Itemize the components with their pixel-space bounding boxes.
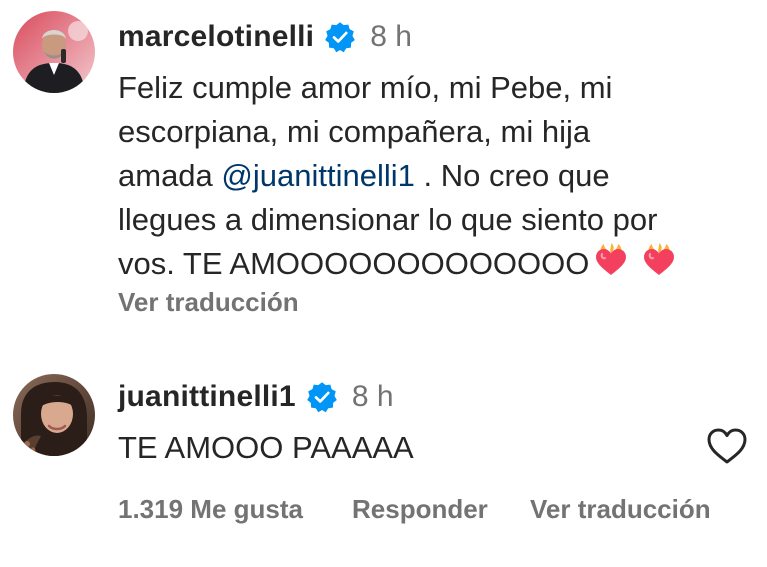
comment-text: Feliz cumple amor mío, mi Pebe, mi escor… bbox=[118, 66, 677, 286]
comment-line-3: amada @juanittinelli1 . No creo que bbox=[118, 154, 677, 198]
avatar-image bbox=[13, 11, 95, 93]
comment-word: . No creo que bbox=[423, 158, 610, 193]
avatar[interactable] bbox=[13, 11, 95, 93]
verified-badge-icon bbox=[306, 381, 338, 413]
comment-juanittinelli1: juanittinelli1 8 h TE AMOOO PAAAAA 1.319… bbox=[0, 340, 767, 567]
timestamp[interactable]: 8 h bbox=[370, 20, 412, 54]
username[interactable]: juanittinelli1 bbox=[118, 380, 296, 414]
heart-outline-icon bbox=[707, 428, 747, 464]
mention-link[interactable]: @juanittinelli1 bbox=[221, 158, 414, 193]
likes-count[interactable]: 1.319 Me gusta bbox=[118, 494, 303, 525]
comment-text: TE AMOOO PAAAAA bbox=[118, 430, 414, 465]
timestamp[interactable]: 8 h bbox=[352, 380, 394, 414]
comment-line-4: llegues a dimensionar lo que siento por bbox=[118, 202, 658, 237]
verified-badge-icon bbox=[324, 21, 356, 53]
comment-header: juanittinelli1 8 h bbox=[118, 380, 394, 414]
heart-on-fire-emoji bbox=[593, 242, 629, 278]
comment-word: amada bbox=[118, 158, 213, 193]
see-translation-link[interactable]: Ver traducción bbox=[530, 494, 711, 525]
avatar[interactable] bbox=[13, 374, 95, 456]
see-translation-link[interactable]: Ver traducción bbox=[118, 287, 299, 318]
heart-on-fire-emoji bbox=[641, 242, 677, 278]
avatar-image bbox=[13, 374, 95, 456]
comment-header: marcelotinelli 8 h bbox=[118, 20, 412, 54]
comment-marcelotinelli: marcelotinelli 8 h Feliz cumple amor mío… bbox=[0, 0, 767, 340]
reply-button[interactable]: Responder bbox=[352, 494, 488, 525]
like-button[interactable] bbox=[706, 426, 748, 466]
comment-word: vos. TE AMOOOOOOOOOOOOO bbox=[118, 246, 590, 281]
comment-line-1: Feliz cumple amor mío, mi Pebe, mi bbox=[118, 70, 613, 105]
comment-line-5: vos. TE AMOOOOOOOOOOOOO bbox=[118, 242, 677, 286]
comment-line-2: escorpiana, mi compañera, mi hija bbox=[118, 114, 591, 149]
username[interactable]: marcelotinelli bbox=[118, 20, 314, 54]
